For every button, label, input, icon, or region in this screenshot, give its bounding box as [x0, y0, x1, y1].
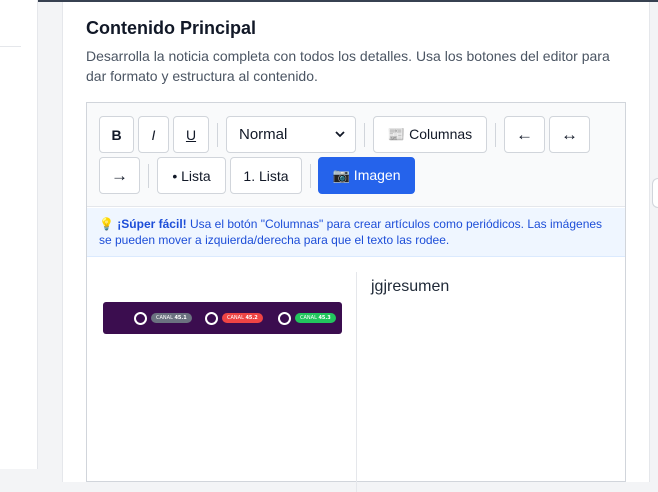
toolbar-separator [495, 123, 496, 147]
tip-box: 💡 ¡Súper fácil! Usa el botón "Columnas" … [87, 208, 625, 257]
sidebar-divider [0, 46, 21, 47]
right-column-text[interactable]: jgjresumen [371, 278, 449, 296]
tip-strong: ¡Súper fácil! [117, 217, 187, 231]
toolbar-separator [148, 164, 149, 188]
italic-button[interactable]: I [138, 116, 169, 153]
channel-chip: CANAL 45.2 [205, 311, 263, 325]
channel-chip: CANAL 45.3 [278, 311, 336, 325]
format-select[interactable]: Normal [226, 116, 356, 153]
chevron-down-icon [335, 131, 345, 138]
insert-image-button[interactable]: 📷 Imagen [318, 157, 415, 194]
format-select-value: Normal [239, 126, 288, 143]
channel-number: 45.3 [318, 315, 331, 321]
channel-label: CANAL [227, 315, 244, 321]
toolbar-separator [310, 164, 311, 188]
align-right-button[interactable]: → [99, 157, 140, 194]
editor-content[interactable]: CANAL 45.1 CANAL 45.2 CANAL 45.3 jgjresu… [87, 258, 625, 492]
lightbulb-icon: 💡 [99, 217, 114, 231]
channel-logo-icon [205, 311, 218, 325]
channel-label: CANAL [156, 315, 173, 321]
editor-toolbar: B I U Normal 📰 Columnas ← ↔ → • Lista 1.… [87, 103, 625, 207]
bullet-list-button[interactable]: • Lista [157, 157, 226, 194]
column-divider [356, 272, 357, 492]
section-description: Desarrolla la noticia completa con todos… [86, 48, 610, 84]
left-sidebar [0, 0, 38, 469]
columns-button[interactable]: 📰 Columnas [373, 116, 487, 153]
section-title: Contenido Principal [86, 18, 257, 38]
channel-label: CANAL [300, 315, 317, 321]
channel-pill: CANAL 45.2 [222, 313, 263, 323]
channel-number: 45.1 [174, 315, 187, 321]
numbered-list-button[interactable]: 1. Lista [230, 157, 302, 194]
channel-logo-icon [134, 311, 147, 325]
bold-button[interactable]: B [99, 116, 134, 153]
channel-pill: CANAL 45.1 [151, 313, 192, 323]
channel-chip: CANAL 45.1 [134, 311, 192, 325]
side-tab-handle[interactable] [652, 178, 658, 208]
rich-text-editor: B I U Normal 📰 Columnas ← ↔ → • Lista 1.… [86, 102, 626, 492]
underline-button[interactable]: U [173, 116, 209, 153]
toolbar-separator [364, 123, 365, 147]
channel-banner-image[interactable]: CANAL 45.1 CANAL 45.2 CANAL 45.3 [103, 302, 342, 334]
channel-pill: CANAL 45.3 [295, 313, 336, 323]
align-center-button[interactable]: ↔ [549, 116, 590, 153]
toolbar-separator [217, 123, 218, 147]
channel-number: 45.2 [245, 315, 258, 321]
channel-logo-icon [278, 311, 291, 325]
align-left-button[interactable]: ← [504, 116, 545, 153]
